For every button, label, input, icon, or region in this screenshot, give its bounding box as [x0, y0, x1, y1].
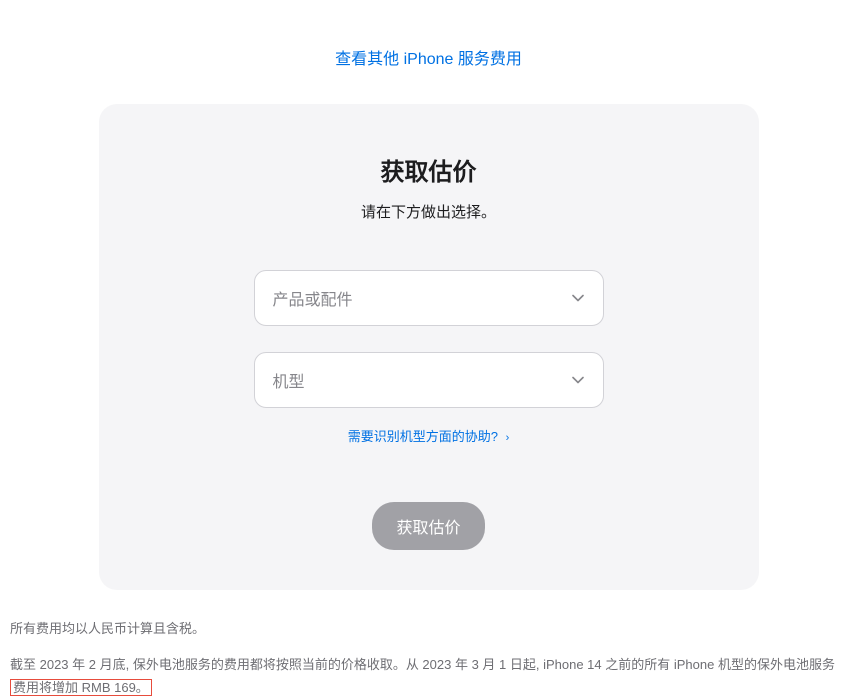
chevron-down-icon [571, 373, 585, 387]
chevron-down-icon [571, 291, 585, 305]
top-link-container: 查看其他 iPhone 服务费用 [0, 0, 857, 104]
footer-price-text-part1: 截至 2023 年 2 月底, 保外电池服务的费用都将按照当前的价格收取。从 2… [10, 657, 835, 672]
identify-model-help-link[interactable]: 需要识别机型方面的协助? › [348, 429, 510, 444]
card-subtitle: 请在下方做出选择。 [159, 201, 699, 222]
estimate-card: 获取估价 请在下方做出选择。 产品或配件 机型 需要识别机型方面的协助? › [99, 104, 759, 590]
product-select-wrapper: 产品或配件 [254, 270, 604, 326]
model-select-wrapper: 机型 [254, 352, 604, 408]
help-link-container: 需要识别机型方面的协助? › [159, 426, 699, 446]
help-link-text: 需要识别机型方面的协助? [348, 429, 498, 444]
footer-tax-note: 所有费用均以人民币计算且含税。 [10, 618, 847, 637]
page-container: 查看其他 iPhone 服务费用 获取估价 请在下方做出选择。 产品或配件 机型 [0, 0, 857, 700]
footer-price-note: 截至 2023 年 2 月底, 保外电池服务的费用都将按照当前的价格收取。从 2… [10, 653, 847, 700]
model-select-placeholder: 机型 [273, 368, 305, 392]
product-select[interactable]: 产品或配件 [254, 270, 604, 326]
product-select-placeholder: 产品或配件 [273, 286, 353, 310]
chevron-right-icon: › [506, 432, 510, 444]
other-service-fees-link[interactable]: 查看其他 iPhone 服务费用 [335, 51, 522, 68]
price-increase-highlight: 费用将增加 RMB 169。 [10, 679, 152, 696]
footer: 所有费用均以人民币计算且含税。 截至 2023 年 2 月底, 保外电池服务的费… [0, 590, 857, 700]
get-estimate-button[interactable]: 获取估价 [372, 502, 484, 550]
model-select[interactable]: 机型 [254, 352, 604, 408]
card-title: 获取估价 [159, 152, 699, 187]
